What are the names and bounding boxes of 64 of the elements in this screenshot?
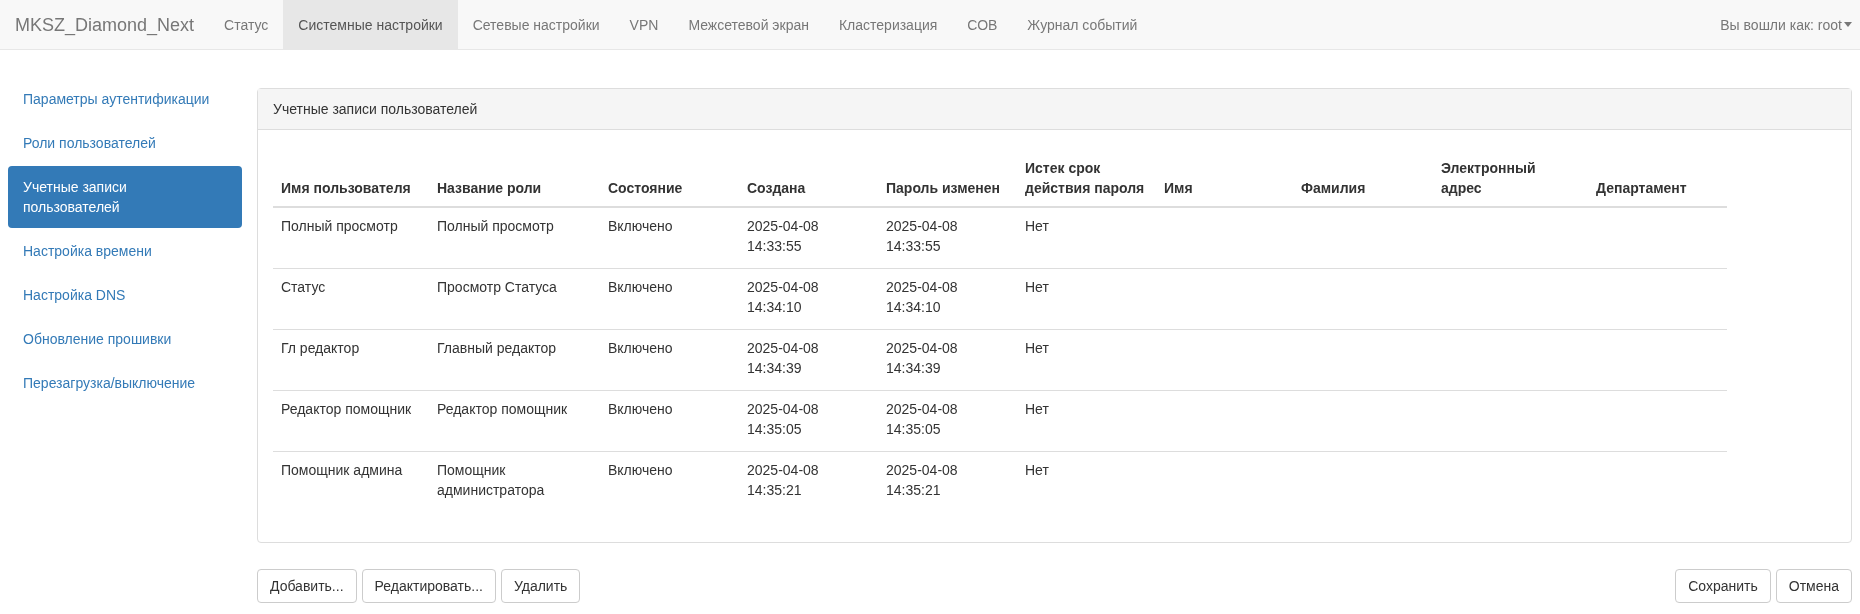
column-header: Имя пользователя <box>273 150 429 207</box>
table-cell: Нет <box>1017 207 1156 269</box>
table-cell: Главный редактор <box>429 329 600 391</box>
user-menu[interactable]: Вы вошли как: root <box>1705 0 1860 49</box>
table-cell: Нет <box>1017 329 1156 391</box>
table-cell: Включено <box>600 207 739 269</box>
table-cell: Включено <box>600 268 739 330</box>
table-cell: Гл редактор <box>273 329 429 391</box>
sidebar-item[interactable]: Учетные записи пользователей <box>8 166 242 228</box>
sidebar-item[interactable]: Параметры аутентификации <box>8 78 242 120</box>
column-header: Департамент <box>1588 150 1727 207</box>
table-cell: 2025-04-08 14:34:10 <box>739 268 878 330</box>
column-header: Название роли <box>429 150 600 207</box>
sidebar-item[interactable]: Настройка времени <box>8 230 242 272</box>
action-button[interactable]: Отмена <box>1775 569 1852 603</box>
column-header: Фамилия <box>1293 150 1433 207</box>
nav-tab[interactable]: VPN <box>614 0 674 49</box>
table-cell: 2025-04-08 14:34:39 <box>878 329 1017 391</box>
table-cell: Полный просмотр <box>429 207 600 269</box>
sidebar-item[interactable]: Перезагрузка/выключение <box>8 362 242 404</box>
action-button[interactable]: Добавить... <box>257 569 357 603</box>
table-cell: 2025-04-08 14:34:39 <box>739 329 878 391</box>
nav-tab[interactable]: Кластеризация <box>823 0 953 49</box>
table-cell: Помощник админа <box>273 451 429 512</box>
column-header: Состояние <box>600 150 739 207</box>
nav-tab[interactable]: Журнал событий <box>1012 0 1153 49</box>
nav-tab[interactable]: Межсетевой экран <box>673 0 824 49</box>
table-cell: Статус <box>273 268 429 330</box>
table-cell: 2025-04-08 14:35:05 <box>739 390 878 452</box>
table-cell: Полный просмотр <box>273 207 429 269</box>
panel-title: Учетные записи пользователей <box>258 89 1851 130</box>
table-cell: Нет <box>1017 390 1156 452</box>
table-cell: 2025-04-08 14:35:21 <box>878 451 1017 512</box>
column-header: Создана <box>739 150 878 207</box>
nav-tab[interactable]: СОВ <box>952 0 1013 49</box>
table-cell: Включено <box>600 329 739 391</box>
sidebar-item[interactable]: Настройка DNS <box>8 274 242 316</box>
table-cell: Редактор помощник <box>273 390 429 452</box>
column-header: Пароль изменен <box>878 150 1017 207</box>
table-cell: Просмотр Статуса <box>429 268 600 330</box>
brand-title[interactable]: MKSZ_Diamond_Next <box>0 0 210 49</box>
nav-tab[interactable]: Статус <box>209 0 284 49</box>
action-button[interactable]: Удалить <box>500 569 581 603</box>
sidebar-item[interactable]: Обновление прошивки <box>8 318 242 360</box>
nav-tab[interactable]: Системные настройки <box>283 0 458 49</box>
table-cell: Помощник администратора <box>429 451 600 512</box>
table-cell: Нет <box>1017 268 1156 330</box>
table-cell: Нет <box>1017 451 1156 512</box>
nav-tab[interactable]: Сетевые настройки <box>457 0 615 49</box>
action-button[interactable]: Редактировать... <box>361 569 496 603</box>
table-cell: Включено <box>600 451 739 512</box>
table-cell: 2025-04-08 14:35:21 <box>739 451 878 512</box>
table-cell: Редактор помощник <box>429 390 600 452</box>
column-header: Электронный адрес <box>1433 150 1588 207</box>
sidebar-item[interactable]: Роли пользователей <box>8 122 242 164</box>
column-header: Истек срок действия пароля <box>1017 150 1156 207</box>
caret-icon <box>1844 22 1852 27</box>
table-cell: Включено <box>600 390 739 452</box>
action-button[interactable]: Сохранить <box>1675 569 1771 603</box>
table-cell: 2025-04-08 14:35:05 <box>878 390 1017 452</box>
table-cell: 2025-04-08 14:33:55 <box>878 207 1017 269</box>
table-cell: 2025-04-08 14:34:10 <box>878 268 1017 330</box>
table-cell: 2025-04-08 14:33:55 <box>739 207 878 269</box>
column-header: Имя <box>1156 150 1293 207</box>
